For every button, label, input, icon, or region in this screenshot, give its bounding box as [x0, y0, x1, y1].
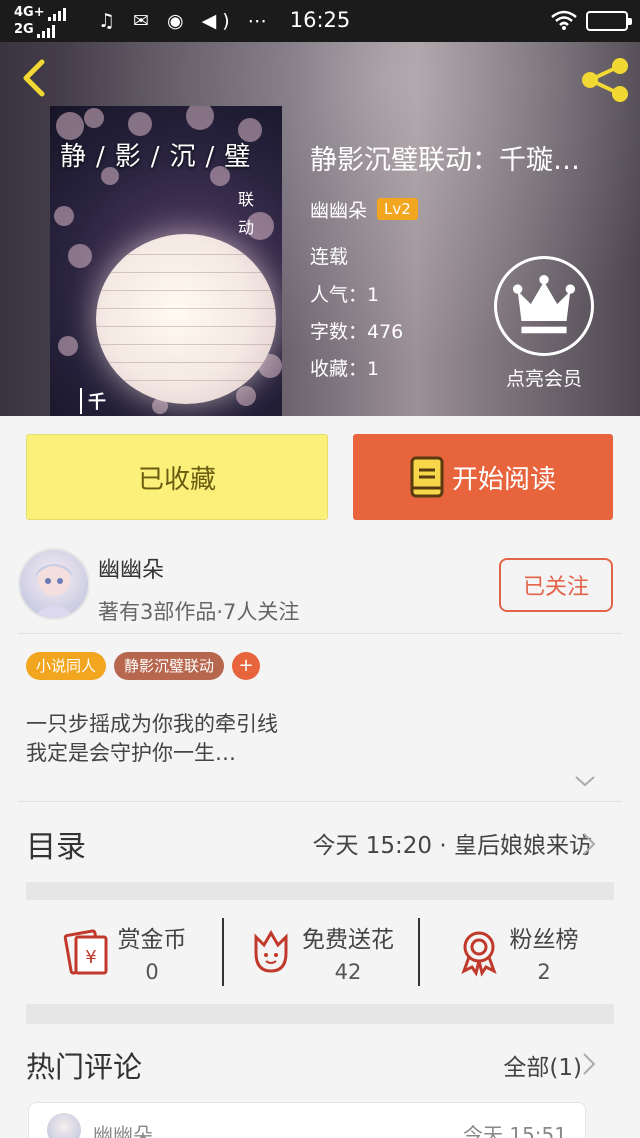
tag-item[interactable]: 小说同人	[26, 652, 107, 680]
chevron-right-icon	[583, 833, 596, 855]
author-card-name[interactable]: 幽幽朵	[98, 552, 164, 584]
comment-time: 今天 15:51	[463, 1123, 567, 1138]
fans-label: 粉丝榜	[509, 927, 579, 953]
comment-author[interactable]: 幽幽朵	[93, 1119, 153, 1138]
author-row[interactable]: 幽幽朵 Lv2	[310, 194, 418, 224]
tag-item[interactable]: 静影沉璧联动	[114, 652, 225, 680]
flower-value: 42	[334, 960, 362, 984]
battery-icon	[586, 11, 632, 31]
status-bar: 4G+ 2G ♫ ✉ ◉ ◀) ⋯ 16:25	[0, 0, 640, 42]
intro-line: 我定是会守护你一生…	[26, 741, 236, 765]
collected-label: 已收藏	[137, 464, 216, 495]
svg-text:¥: ¥	[85, 947, 96, 968]
following-button[interactable]: 已关注	[499, 558, 613, 612]
comment-card[interactable]: 幽幽朵 今天 15:51	[28, 1102, 586, 1138]
author-name[interactable]: 幽幽朵	[310, 196, 367, 223]
chevron-left-icon[interactable]	[14, 58, 54, 98]
chevron-right-icon[interactable]	[582, 1052, 596, 1076]
add-tag-button[interactable]: +	[232, 652, 261, 680]
level-badge: Lv2	[377, 198, 418, 220]
popularity: 人气：1	[310, 284, 380, 306]
all-comments-link[interactable]: 全部(1)	[503, 1048, 582, 1082]
book-icon	[410, 456, 444, 498]
fans-value: 2	[537, 960, 551, 984]
flower-label: 免费送花	[302, 927, 394, 953]
wifi-icon	[551, 10, 577, 30]
flower-icon	[254, 930, 288, 973]
red-envelope-icon: ¥	[63, 929, 107, 975]
section-separator	[26, 1004, 614, 1024]
toc-row[interactable]: 目录 今天 15:20 · 皇后娘娘来访	[0, 804, 640, 882]
medal-icon	[460, 931, 497, 977]
book-intro: 一只步摇成为你我的牵引线 我定是会守护你一生…	[26, 710, 586, 768]
word-count: 字数：476	[310, 321, 404, 343]
lantern-illustration	[96, 234, 276, 404]
author-card-stats: 著有3部作品·7人关注	[98, 600, 300, 624]
clock: 16:25	[289, 8, 351, 32]
toc-title: 目录	[26, 830, 86, 865]
divider	[18, 633, 622, 634]
fans-ranking[interactable]: 粉丝榜 2	[418, 900, 614, 1004]
reward-coins[interactable]: ¥ 赏金币 0	[26, 900, 222, 1004]
tag-list: 小说同人 静影沉璧联动 +	[26, 652, 261, 680]
stats-bar: ¥ 赏金币 0 免费送花 42 粉丝榜 2	[26, 900, 614, 1004]
avatar-illustration	[32, 564, 76, 618]
following-label: 已关注	[522, 575, 589, 600]
collected-button[interactable]: 已收藏	[26, 434, 328, 520]
start-reading-label: 开始阅读	[451, 464, 556, 495]
author-card[interactable]: 幽幽朵 著有3部作品·7人关注 已关注	[0, 540, 640, 634]
favorites-count: 收藏：1	[310, 358, 380, 380]
divider	[18, 801, 622, 802]
book-title: 静影沉璧联动：千璇…	[310, 145, 580, 176]
avatar[interactable]	[47, 1113, 81, 1138]
book-cover[interactable]: 静/影/沉/璧 联动 千	[50, 106, 282, 416]
reward-label: 赏金币	[117, 927, 187, 953]
serial-status: 连载	[310, 246, 349, 268]
cover-subtitle: 联动	[237, 190, 254, 237]
chevron-down-icon[interactable]	[574, 774, 596, 788]
start-reading-button[interactable]: 开始阅读	[353, 434, 613, 520]
vip-label[interactable]: 点亮会员	[484, 364, 604, 391]
crown-icon[interactable]	[494, 256, 594, 356]
reward-value: 0	[145, 960, 159, 984]
cover-title: 静/影/沉/璧	[60, 142, 261, 172]
cover-corner-text: 千	[80, 388, 106, 414]
share-icon[interactable]	[578, 56, 632, 104]
hot-comments-title: 热门评论	[26, 1050, 143, 1084]
avatar[interactable]	[18, 548, 90, 620]
book-header: 静/影/沉/璧 联动 千 静影沉璧联动：千璇… 幽幽朵 Lv2 连载 人气：1 …	[0, 42, 640, 416]
free-flowers[interactable]: 免费送花 42	[222, 900, 418, 1004]
section-separator	[26, 882, 614, 900]
intro-line: 一只步摇成为你我的牵引线	[26, 712, 278, 736]
latest-chapter[interactable]: 今天 15:20 · 皇后娘娘来访	[312, 826, 592, 860]
